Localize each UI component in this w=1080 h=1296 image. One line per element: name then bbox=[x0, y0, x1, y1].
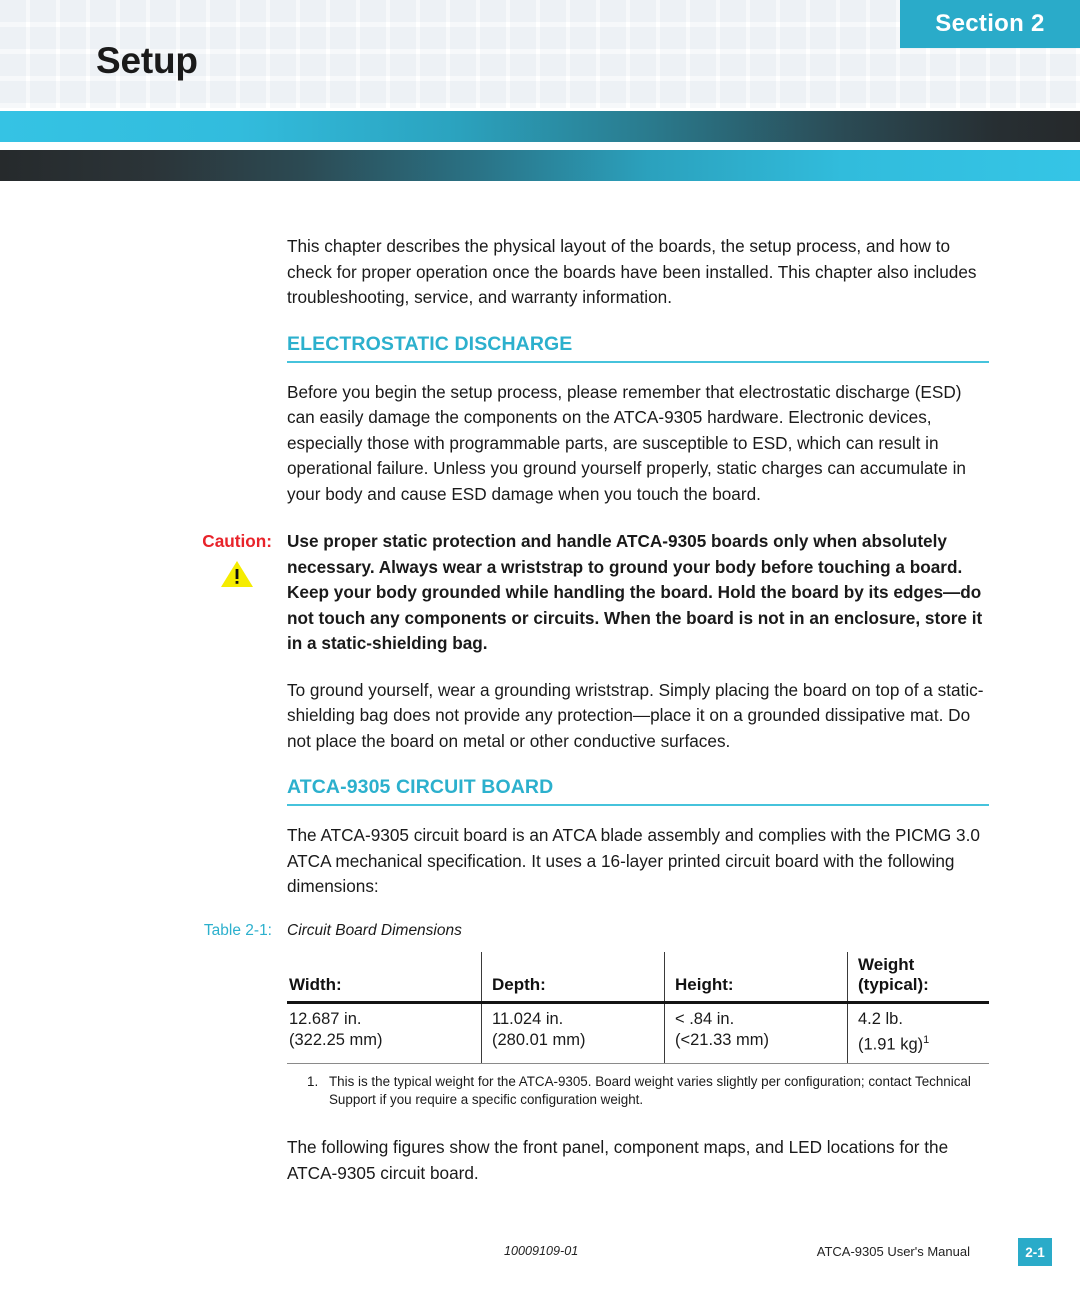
table-footnote: 1. This is the typical weight for the AT… bbox=[307, 1073, 987, 1109]
closing-paragraph: The following figures show the front pan… bbox=[287, 1137, 949, 1183]
page-content: This chapter describes the physical layo… bbox=[0, 190, 1080, 1186]
table-header-weight: Weight (typical): bbox=[847, 951, 989, 1004]
caution-gutter: Caution: bbox=[150, 529, 272, 589]
page-header: Section 2 Setup bbox=[0, 0, 1080, 190]
table-header-row: Width: Depth: Height: Weight (typical): bbox=[287, 951, 989, 1004]
section-badge: Section 2 bbox=[900, 0, 1080, 48]
esd-heading-wrap: ELECTROSTATIC DISCHARGE bbox=[287, 333, 989, 363]
footer-page-number: 2-1 bbox=[1018, 1238, 1052, 1266]
warning-triangle-icon bbox=[221, 560, 253, 587]
board-heading-wrap: ATCA-9305 CIRCUIT BOARD bbox=[287, 776, 989, 806]
footnote-number: 1. bbox=[307, 1074, 319, 1089]
header-gradient-bar-light bbox=[0, 111, 1080, 142]
page-footer: 10009109-01 ATCA-9305 User's Manual 2-1 bbox=[0, 1238, 1080, 1268]
heading-rule bbox=[287, 360, 989, 363]
footnote-marker: 1 bbox=[923, 1033, 930, 1046]
esd-body-block: Before you begin the setup process, plea… bbox=[287, 380, 989, 508]
weight-imperial: 4.2 lb. bbox=[858, 1009, 903, 1028]
table-caption-title: Circuit Board Dimensions bbox=[287, 921, 462, 939]
table-header-width: Width: bbox=[287, 951, 482, 1004]
intro-block: This chapter describes the physical layo… bbox=[287, 234, 989, 311]
width-imperial: 12.687 in. bbox=[289, 1009, 362, 1028]
header-gradient-bar-dark bbox=[0, 150, 1080, 181]
section-heading-atca-9305-circuit-board: ATCA-9305 CIRCUIT BOARD bbox=[287, 776, 554, 798]
section-heading-electrostatic-discharge: ELECTROSTATIC DISCHARGE bbox=[287, 332, 573, 355]
depth-imperial: 11.024 in. bbox=[492, 1009, 564, 1028]
table-cell-height: < .84 in. (<21.33 mm) bbox=[664, 1002, 848, 1064]
grounding-block: To ground yourself, wear a grounding wri… bbox=[287, 678, 989, 755]
weight-metric: (1.91 kg)1 bbox=[858, 1030, 989, 1056]
table-header-depth: Depth: bbox=[481, 951, 665, 1004]
table-caption-number: Table 2-1: bbox=[203, 921, 272, 939]
height-imperial: < .84 in. bbox=[675, 1009, 735, 1028]
table-cell-weight: 4.2 lb. (1.91 kg)1 bbox=[847, 1002, 989, 1064]
height-metric: (<21.33 mm) bbox=[675, 1030, 769, 1049]
table-row: 12.687 in. (322.25 mm) 11.024 in. (280.0… bbox=[287, 1002, 989, 1064]
board-paragraph: The ATCA-9305 circuit board is an ATCA b… bbox=[287, 825, 980, 896]
table-cell-width: 12.687 in. (322.25 mm) bbox=[287, 1002, 482, 1064]
depth-metric: (280.01 mm) bbox=[492, 1030, 586, 1049]
width-metric: (322.25 mm) bbox=[289, 1030, 383, 1049]
footnote-text: This is the typical weight for the ATCA-… bbox=[329, 1074, 971, 1107]
heading-rule bbox=[287, 804, 989, 806]
caution-callout: Caution: Use proper static protection an… bbox=[0, 529, 1080, 657]
intro-paragraph: This chapter describes the physical layo… bbox=[287, 236, 977, 307]
board-body-block: The ATCA-9305 circuit board is an ATCA b… bbox=[287, 823, 989, 900]
table-header-height: Height: bbox=[664, 951, 848, 1004]
footer-manual-title: ATCA-9305 User's Manual bbox=[816, 1244, 970, 1259]
table-cell-depth: 11.024 in. (280.01 mm) bbox=[481, 1002, 665, 1064]
circuit-board-dimensions-table: Width: Depth: Height: Weight (typical): … bbox=[287, 951, 989, 1065]
caution-label: Caution: bbox=[202, 531, 272, 551]
page-title: Setup bbox=[96, 40, 198, 81]
esd-paragraph: Before you begin the setup process, plea… bbox=[287, 381, 966, 504]
weight-metric-value: (1.91 kg) bbox=[858, 1035, 924, 1053]
table-caption: Table 2-1: Circuit Board Dimensions bbox=[0, 922, 1080, 944]
grounding-paragraph: To ground yourself, wear a grounding wri… bbox=[287, 679, 984, 751]
closing-block: The following figures show the front pan… bbox=[287, 1135, 989, 1186]
caution-text: Use proper static protection and handle … bbox=[287, 531, 983, 653]
footer-doc-id: 10009109-01 bbox=[504, 1244, 579, 1258]
